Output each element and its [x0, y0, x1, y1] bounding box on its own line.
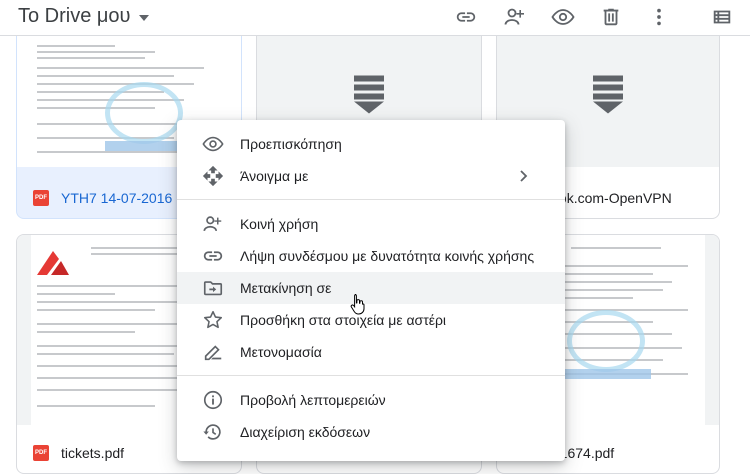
menu-item-preview[interactable]: Προεπισκόπηση: [177, 128, 565, 160]
menu-item-label: Κοινή χρήση: [240, 216, 319, 232]
menu-item-manage-versions[interactable]: Διαχείριση εκδόσεων: [177, 416, 565, 448]
link-icon: [201, 244, 225, 268]
pdf-file-icon: PDF: [33, 190, 49, 206]
folder-move-icon: [201, 276, 225, 300]
trash-icon[interactable]: [597, 3, 625, 31]
download-file-icon: [354, 75, 384, 119]
star-icon: [201, 308, 225, 332]
add-person-icon[interactable]: [501, 3, 529, 31]
menu-item-add-star[interactable]: Προσθήκη στα στοιχεία με αστέρι: [177, 304, 565, 336]
menu-item-label: Προβολή λεπτομερειών: [240, 392, 386, 408]
menu-item-move-to[interactable]: Μετακίνηση σε: [177, 272, 565, 304]
menu-item-share[interactable]: Κοινή χρήση: [177, 208, 565, 240]
hand-pointer-cursor-icon: [350, 294, 365, 315]
file-name-row: PDF ΥΤΗ7 14-07-2016: [33, 190, 172, 206]
move-arrows-icon: [201, 164, 225, 188]
context-menu: Προεπισκόπηση Άνοιγμα με Κοινή χρήση Λήψ…: [177, 120, 565, 461]
menu-item-details[interactable]: Προβολή λεπτομερειών: [177, 384, 565, 416]
page-title: To Drive μου: [18, 5, 131, 27]
menu-item-label: Άνοιγμα με: [240, 168, 309, 184]
pdf-file-icon: PDF: [33, 445, 49, 461]
eye-icon: [201, 132, 225, 156]
menu-item-open-with[interactable]: Άνοιγμα με: [177, 160, 565, 192]
eye-icon[interactable]: [549, 3, 577, 31]
info-icon: [201, 388, 225, 412]
file-name: tickets.pdf: [61, 445, 125, 461]
menu-item-label: Διαχείριση εκδόσεων: [240, 424, 371, 440]
download-file-icon: [593, 75, 623, 119]
caret-down-icon: [138, 14, 149, 21]
menu-item-label: Προεπισκόπηση: [240, 136, 342, 152]
history-icon: [201, 420, 225, 444]
menu-item-get-link[interactable]: Λήψη συνδέσμου με δυνατότητα κοινής χρήσ…: [177, 240, 565, 272]
link-icon[interactable]: [452, 3, 480, 31]
top-toolbar: To Drive μου: [0, 0, 750, 36]
hellenic-seaways-logo: [37, 251, 69, 275]
file-name-row: PDF tickets.pdf: [33, 445, 124, 461]
chevron-right-icon: [519, 169, 529, 186]
drive-title-dropdown[interactable]: To Drive μου: [18, 5, 149, 28]
more-vert-icon[interactable]: [645, 3, 673, 31]
file-name: ΥΤΗ7 14-07-2016: [61, 190, 173, 206]
menu-item-label: Μετονομασία: [240, 344, 322, 360]
list-view-icon[interactable]: [708, 3, 736, 31]
pencil-icon: [201, 340, 225, 364]
menu-item-label: Προσθήκη στα στοιχεία με αστέρι: [240, 312, 447, 328]
menu-item-label: Μετακίνηση σε: [240, 280, 332, 296]
menu-item-label: Λήψη συνδέσμου με δυνατότητα κοινής χρήσ…: [240, 248, 535, 264]
menu-divider: [177, 199, 565, 200]
menu-divider: [177, 375, 565, 376]
menu-item-rename[interactable]: Μετονομασία: [177, 336, 565, 368]
add-person-icon: [201, 212, 225, 236]
